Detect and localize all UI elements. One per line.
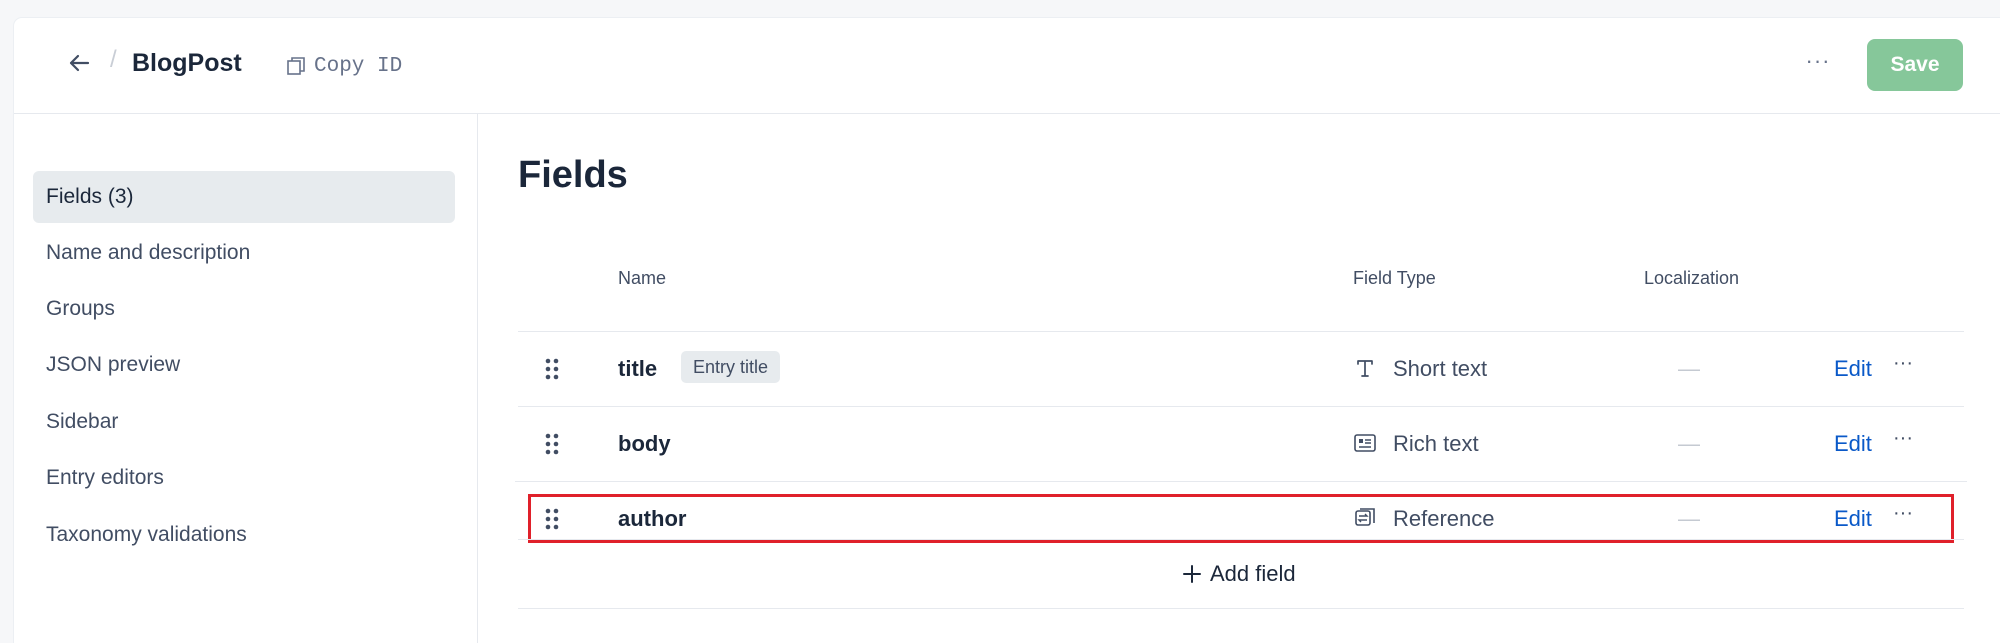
field-name: body <box>618 431 671 456</box>
back-button[interactable] <box>64 48 94 78</box>
localization-value: — <box>1678 356 1700 381</box>
entry-title-badge: Entry title <box>681 351 781 383</box>
reference-icon <box>1355 508 1375 526</box>
edit-field-link[interactable]: Edit <box>1834 506 1872 532</box>
sidebar-item-name-and-description[interactable]: Name and description <box>33 227 455 279</box>
column-header-name: Name <box>618 268 667 288</box>
copy-id-button[interactable]: Copy ID <box>286 51 402 81</box>
copy-icon <box>287 57 305 75</box>
add-field-button[interactable]: Add field <box>1182 558 1296 590</box>
drag-handle-icon[interactable] <box>545 433 559 455</box>
text-type-icon <box>1357 360 1373 377</box>
row-more-button[interactable]: ··· <box>1888 427 1918 457</box>
drag-handle-icon[interactable] <box>545 358 559 380</box>
row-more-button[interactable]: ··· <box>1888 352 1918 382</box>
sidebar-item-fields[interactable]: Fields (3) <box>33 171 455 223</box>
field-row: title Entry title Short text — Edit ··· <box>518 331 1964 406</box>
header: / BlogPost Copy ID ··· Save <box>14 18 2000 114</box>
section-title: Fields <box>518 154 628 196</box>
sidebar: Fields (3) Name and description Groups J… <box>14 114 478 643</box>
plus-icon <box>1183 565 1201 583</box>
field-name: title <box>618 356 658 381</box>
edit-field-link[interactable]: Edit <box>1834 356 1872 382</box>
main-panel: Fields Name Field Type Localization titl… <box>478 114 2000 643</box>
edit-field-link[interactable]: Edit <box>1834 431 1872 457</box>
sidebar-item-entry-editors[interactable]: Entry editors <box>33 452 455 504</box>
save-button[interactable]: Save <box>1867 39 1963 91</box>
column-header-localization: Localization <box>1644 268 1740 288</box>
drag-handle-icon[interactable] <box>545 508 559 530</box>
field-type: Rich text <box>1393 431 1479 456</box>
breadcrumb-separator: / <box>110 46 117 73</box>
page-title: BlogPost <box>132 49 242 77</box>
sidebar-item-sidebar[interactable]: Sidebar <box>33 396 455 448</box>
arrow-left-icon <box>69 54 90 72</box>
rich-text-icon <box>1354 434 1376 452</box>
field-type: Short text <box>1393 356 1488 381</box>
field-row: body Rich text — Edit ··· <box>518 406 1964 481</box>
add-field-row: Add field <box>518 539 1964 609</box>
sidebar-item-groups[interactable]: Groups <box>33 283 455 335</box>
field-type: Reference <box>1393 506 1495 531</box>
row-more-button[interactable]: ··· <box>1888 502 1918 532</box>
field-name: author <box>618 506 687 531</box>
more-options-button[interactable]: ··· <box>1800 48 1836 78</box>
localization-value: — <box>1678 506 1700 531</box>
sidebar-item-taxonomy-validations[interactable]: Taxonomy validations <box>33 509 455 561</box>
localization-value: — <box>1678 431 1700 456</box>
column-header-field-type: Field Type <box>1353 268 1436 288</box>
content-type-editor: / BlogPost Copy ID ··· Save Fields (3) N… <box>14 18 2000 643</box>
copy-id-label: Copy ID <box>314 54 403 78</box>
add-field-label: Add field <box>1210 561 1296 586</box>
sidebar-item-json-preview[interactable]: JSON preview <box>33 339 455 391</box>
